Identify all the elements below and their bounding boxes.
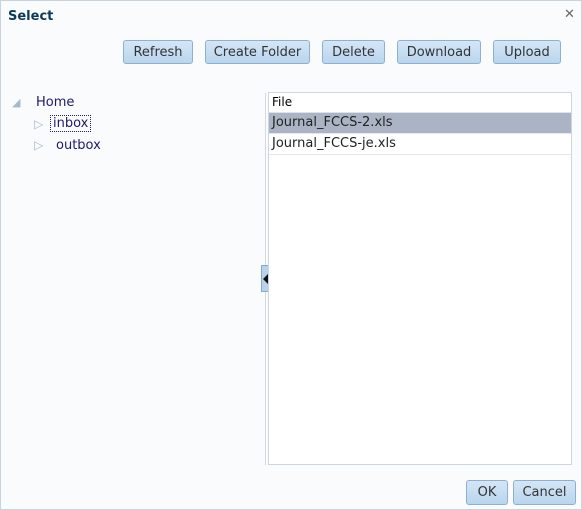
- select-dialog: Select ✕ Refresh Create Folder Delete Do…: [0, 0, 582, 510]
- file-table: File Journal_FCCS-2.xls Journal_FCCS-je.…: [268, 92, 572, 465]
- close-icon[interactable]: ✕: [564, 7, 575, 22]
- table-row[interactable]: Journal_FCCS-je.xls: [269, 134, 571, 155]
- refresh-button[interactable]: Refresh: [123, 40, 193, 64]
- create-folder-button[interactable]: Create Folder: [205, 40, 310, 64]
- download-button[interactable]: Download: [397, 40, 481, 64]
- column-header-file[interactable]: File: [269, 93, 571, 113]
- tree-node-home[interactable]: Home: [36, 95, 74, 110]
- collapsed-triangle-icon[interactable]: ▷: [34, 117, 43, 131]
- cancel-button[interactable]: Cancel: [513, 480, 576, 505]
- table-row[interactable]: Journal_FCCS-2.xls: [269, 113, 571, 134]
- tree-node-outbox[interactable]: outbox: [56, 138, 101, 153]
- tree-node-inbox[interactable]: inbox: [49, 115, 92, 132]
- dialog-title: Select: [8, 9, 54, 24]
- expanded-triangle-icon[interactable]: ◢: [12, 96, 20, 109]
- collapsed-triangle-icon[interactable]: ▷: [34, 138, 43, 152]
- delete-button[interactable]: Delete: [322, 40, 385, 64]
- ok-button[interactable]: OK: [466, 480, 508, 505]
- upload-button[interactable]: Upload: [493, 40, 561, 64]
